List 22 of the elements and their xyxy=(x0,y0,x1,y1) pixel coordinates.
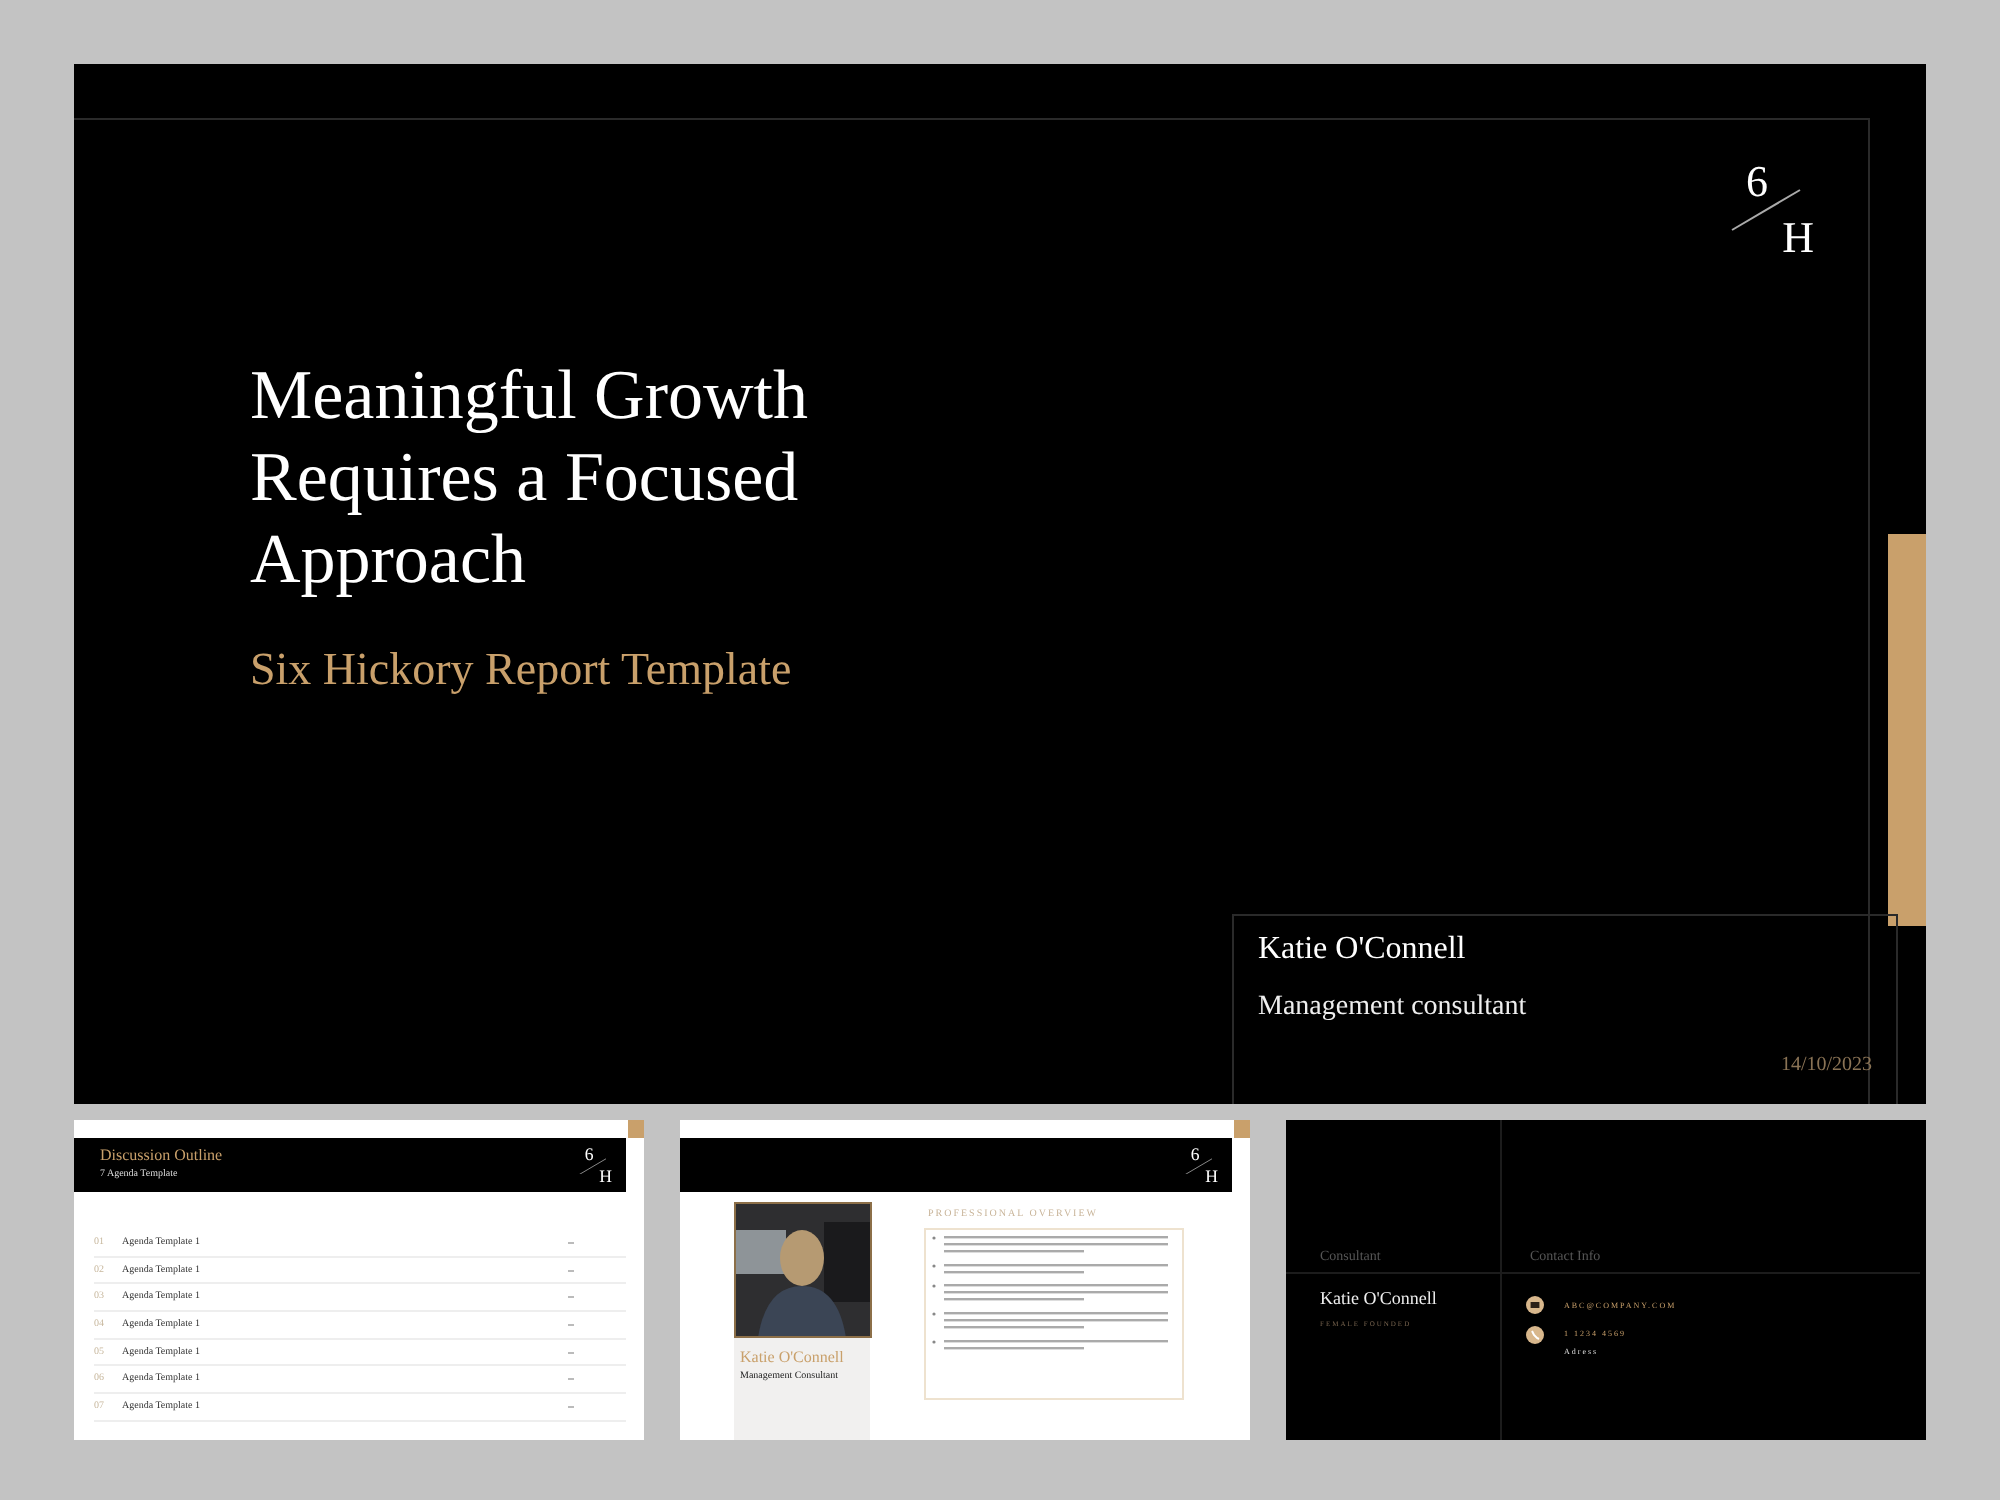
mail-icon xyxy=(1526,1296,1544,1314)
accent-tab xyxy=(628,1120,644,1138)
logo-letter: H xyxy=(599,1168,612,1186)
slide-title: Meaningful Growth Requires a Focused Approach xyxy=(250,354,810,600)
person-name: Katie O'Connell xyxy=(740,1348,844,1366)
logo-letter: H xyxy=(1782,216,1814,260)
presenter-name: Katie O'Connell xyxy=(1258,932,1468,968)
slide-title: Discussion Outline xyxy=(100,1146,223,1164)
slide-subtitle: Six Hickory Report Template xyxy=(250,644,794,696)
dash-icon xyxy=(568,1323,574,1326)
person-name: Katie O'Connell xyxy=(1320,1288,1437,1308)
dash-icon xyxy=(568,1241,574,1244)
dash-icon xyxy=(568,1405,574,1408)
presentation-date: 14/10/2023 xyxy=(1780,1054,1872,1076)
presenter-role: Management consultant xyxy=(1258,992,1529,1024)
logo-number: 6 xyxy=(584,1146,594,1164)
dash-icon xyxy=(568,1296,574,1299)
logo-letter: H xyxy=(1205,1168,1218,1186)
logo-number: 6 xyxy=(1190,1146,1200,1164)
accent-tab xyxy=(1234,1120,1250,1138)
phone-icon xyxy=(1526,1326,1544,1344)
logo-number: 6 xyxy=(1746,160,1768,204)
